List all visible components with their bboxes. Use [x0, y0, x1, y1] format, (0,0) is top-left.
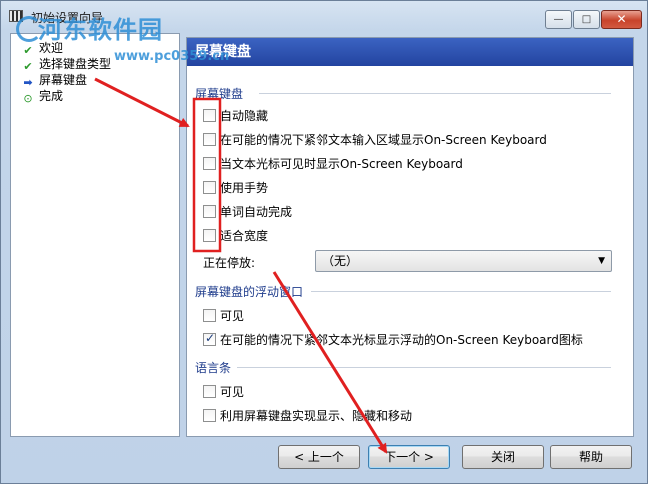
app-icon [9, 10, 23, 22]
page-title: 屏幕键盘 [187, 38, 633, 66]
help-button[interactable]: 帮助 [550, 445, 632, 469]
floating-visible-checkbox[interactable] [203, 309, 216, 322]
auto-hide-checkbox[interactable] [203, 109, 216, 122]
show-when-caret-checkbox[interactable] [203, 157, 216, 170]
option-langbar-visible[interactable]: 可见 [203, 385, 244, 401]
langbar-visible-checkbox[interactable] [203, 385, 216, 398]
option-label: 当文本光标可见时显示On-Screen Keyboard [220, 157, 463, 171]
minimize-button[interactable]: — [545, 10, 572, 29]
option-floating-icon[interactable]: 在可能的情况下紧邻文本光标显示浮动的On-Screen Keyboard图标 [203, 331, 583, 349]
option-label: 适合宽度 [220, 229, 269, 243]
group-label-osk: 屏幕键盘 [195, 87, 244, 101]
step-label: 完成 [39, 89, 64, 103]
next-button[interactable]: 下一个 > [368, 445, 450, 469]
docking-value: （无） [322, 254, 359, 268]
group-label-floating: 屏幕键盘的浮动窗口 [195, 285, 304, 299]
show-near-input-checkbox[interactable] [203, 133, 216, 146]
langbar-osk-checkbox[interactable] [203, 409, 216, 422]
option-gestures[interactable]: 使用手势 [203, 181, 268, 197]
docking-label: 正在停放: [203, 256, 256, 270]
chevron-down-icon: ▼ [598, 256, 605, 266]
word-completion-checkbox[interactable] [203, 205, 216, 218]
title-bar[interactable]: 初始设置向导 — □ ✕ [1, 1, 647, 31]
maximize-button[interactable]: □ [573, 10, 600, 29]
step-label: 选择键盘类型 [39, 57, 112, 71]
docking-select[interactable]: （无） ▼ [315, 250, 612, 272]
gestures-checkbox[interactable] [203, 181, 216, 194]
option-show-when-caret[interactable]: 当文本光标可见时显示On-Screen Keyboard [203, 157, 463, 173]
fit-width-checkbox[interactable] [203, 229, 216, 242]
wizard-window: 初始设置向导 — □ ✕ ✔ 欢迎 ✔ 选择键盘类型 ➡ 屏幕键盘 ⊙ 完成 屏幕键盘 … [0, 0, 648, 484]
option-langbar-osk[interactable]: 利用屏幕键盘实现显示、隐藏和移动 [203, 409, 412, 425]
settings-pane: 屏幕键盘 屏幕键盘 自动隐藏 在可能的情况下紧邻文本输入区域显示On-Scree… [186, 37, 634, 437]
option-show-near-input[interactable]: 在可能的情况下紧邻文本输入区域显示On-Screen Keyboard [203, 133, 547, 149]
circle-icon: ⊙ [23, 92, 33, 105]
option-label: 单词自动完成 [220, 205, 293, 219]
option-label: 在可能的情况下紧邻文本光标显示浮动的On-Screen Keyboard图标 [220, 333, 583, 347]
step-label: 屏幕键盘 [39, 73, 88, 87]
step-label: 欢迎 [39, 41, 64, 55]
option-floating-visible[interactable]: 可见 [203, 309, 244, 325]
close-window-button[interactable]: ✕ [601, 10, 642, 29]
divider [259, 93, 611, 94]
prev-button[interactable]: < 上一个 [278, 445, 360, 469]
option-fit-width[interactable]: 适合宽度 [203, 229, 268, 245]
divider [311, 291, 611, 292]
window-title: 初始设置向导 [31, 11, 104, 25]
option-label: 可见 [220, 309, 245, 323]
step-item-welcome[interactable]: ✔ 欢迎 [21, 40, 64, 57]
option-auto-hide[interactable]: 自动隐藏 [203, 109, 268, 125]
step-item-osk[interactable]: ➡ 屏幕键盘 [21, 72, 88, 89]
option-label: 利用屏幕键盘实现显示、隐藏和移动 [220, 409, 413, 423]
wizard-steps-pane: ✔ 欢迎 ✔ 选择键盘类型 ➡ 屏幕键盘 ⊙ 完成 [10, 33, 180, 437]
option-label: 自动隐藏 [220, 109, 269, 123]
option-label: 可见 [220, 385, 245, 399]
option-label: 在可能的情况下紧邻文本输入区域显示On-Screen Keyboard [220, 133, 547, 147]
option-label: 使用手势 [220, 181, 269, 195]
step-item-finish[interactable]: ⊙ 完成 [21, 88, 64, 105]
option-word-completion[interactable]: 单词自动完成 [203, 205, 292, 221]
group-label-langbar: 语言条 [195, 361, 232, 375]
floating-icon-checkbox[interactable] [203, 331, 216, 346]
close-button[interactable]: 关闭 [462, 445, 544, 469]
divider [237, 367, 611, 368]
step-item-keyboard-type[interactable]: ✔ 选择键盘类型 [21, 56, 112, 73]
